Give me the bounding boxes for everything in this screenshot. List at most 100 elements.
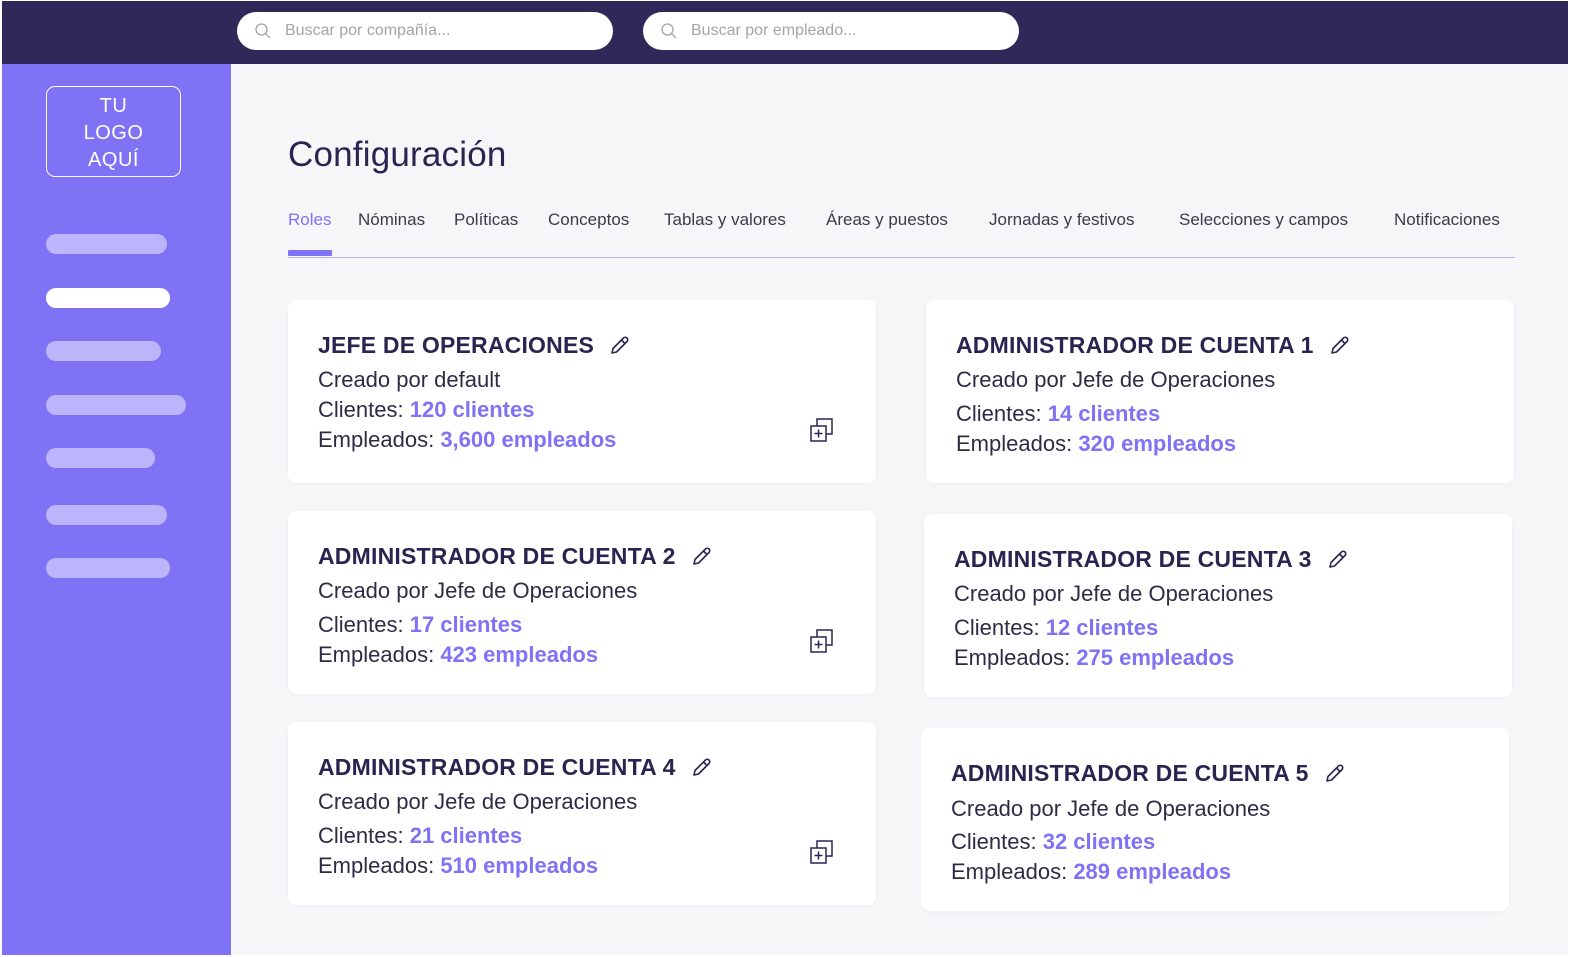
role-created-by: Creado por default — [318, 367, 501, 392]
clients-label: Clientes: — [318, 397, 404, 422]
role-employees: Empleados: 3,600 empleados — [318, 427, 616, 453]
employees-value: 275 empleados — [1076, 645, 1235, 670]
role-employees: Empleados: 289 empleados — [951, 859, 1231, 885]
logo-text-line: AQUÍ — [88, 149, 139, 171]
duplicate-icon[interactable] — [809, 417, 835, 443]
employees-label: Empleados: — [954, 645, 1071, 670]
app-frame: TU LOGO AQUÍ Configuración Roles Nóminas… — [2, 1, 1568, 955]
role-employees: Empleados: 320 empleados — [956, 431, 1236, 457]
role-created-by: Creado por Jefe de Operaciones — [318, 789, 638, 814]
role-card[interactable]: ADMINISTRADOR DE CUENTA 3 Creado por Jef… — [924, 514, 1512, 697]
role-card[interactable]: ADMINISTRADOR DE CUENTA 4 Creado por Jef… — [288, 722, 876, 905]
tab-notificaciones[interactable]: Notificaciones — [1394, 210, 1500, 230]
logo-text-line: LOGO — [83, 122, 144, 144]
tab-selecciones-campos[interactable]: Selecciones y campos — [1179, 210, 1348, 230]
role-clients: Clientes: 32 clientes — [951, 829, 1155, 855]
duplicate-icon[interactable] — [809, 628, 835, 654]
role-name: ADMINISTRADOR DE CUENTA 1 — [956, 332, 1314, 358]
clients-label: Clientes: — [954, 615, 1040, 640]
clients-value: 21 clientes — [409, 823, 523, 848]
role-title: ADMINISTRADOR DE CUENTA 1 — [956, 332, 1350, 359]
employee-search[interactable] — [643, 12, 1019, 50]
tab-nominas[interactable]: Nóminas — [358, 210, 425, 230]
employees-label: Empleados: — [956, 431, 1073, 456]
logo-text-line: TU — [99, 95, 128, 117]
sidebar-item-5[interactable] — [46, 448, 155, 468]
employee-search-input[interactable] — [691, 22, 991, 40]
clients-value: 32 clientes — [1042, 829, 1156, 854]
sidebar-item-6[interactable] — [46, 505, 167, 525]
role-title: ADMINISTRADOR DE CUENTA 5 — [951, 760, 1345, 787]
role-name: ADMINISTRADOR DE CUENTA 5 — [951, 760, 1309, 786]
role-employees: Empleados: 275 empleados — [954, 645, 1234, 671]
sidebar: TU LOGO AQUÍ — [2, 64, 231, 955]
role-created-by: Creado por Jefe de Operaciones — [954, 581, 1274, 606]
clients-value: 120 clientes — [409, 397, 535, 422]
employees-label: Empleados: — [318, 427, 435, 452]
pencil-icon[interactable] — [1323, 763, 1345, 785]
clients-label: Clientes: — [318, 612, 404, 637]
active-tab-indicator — [288, 250, 332, 256]
role-name: ADMINISTRADOR DE CUENTA 3 — [954, 546, 1312, 572]
tab-politicas[interactable]: Políticas — [454, 210, 518, 230]
company-search[interactable] — [237, 12, 613, 50]
company-search-input[interactable] — [285, 22, 585, 40]
role-clients: Clientes: 12 clientes — [954, 615, 1158, 641]
pencil-icon[interactable] — [690, 757, 712, 779]
clients-value: 12 clientes — [1045, 615, 1159, 640]
pencil-icon[interactable] — [608, 335, 630, 357]
role-title: ADMINISTRADOR DE CUENTA 4 — [318, 754, 712, 781]
role-card[interactable]: ADMINISTRADOR DE CUENTA 5 Creado por Jef… — [921, 728, 1509, 911]
clients-label: Clientes: — [956, 401, 1042, 426]
tab-roles[interactable]: Roles — [288, 210, 331, 230]
clients-label: Clientes: — [951, 829, 1037, 854]
role-title: ADMINISTRADOR DE CUENTA 3 — [954, 546, 1348, 573]
settings-tabs: Roles Nóminas Políticas Conceptos Tablas… — [288, 210, 1515, 258]
employees-value: 510 empleados — [440, 853, 599, 878]
role-employees: Empleados: 510 empleados — [318, 853, 598, 879]
role-name: JEFE DE OPERACIONES — [318, 332, 595, 358]
search-icon — [255, 23, 271, 39]
tab-jornadas-festivos[interactable]: Jornadas y festivos — [989, 210, 1135, 230]
duplicate-icon[interactable] — [809, 839, 835, 865]
role-created-by: Creado por Jefe de Operaciones — [956, 367, 1276, 392]
role-title: JEFE DE OPERACIONES — [318, 332, 630, 359]
tab-areas-puestos[interactable]: Áreas y puestos — [826, 210, 948, 230]
clients-value: 17 clientes — [409, 612, 523, 637]
employees-label: Empleados: — [318, 642, 435, 667]
employees-value: 3,600 empleados — [440, 427, 617, 452]
role-name: ADMINISTRADOR DE CUENTA 2 — [318, 543, 676, 569]
role-card[interactable]: ADMINISTRADOR DE CUENTA 1 Creado por Jef… — [926, 300, 1514, 483]
role-created-by: Creado por Jefe de Operaciones — [951, 796, 1271, 821]
employees-value: 423 empleados — [440, 642, 599, 667]
employees-value: 320 empleados — [1078, 431, 1237, 456]
role-card[interactable]: JEFE DE OPERACIONES Creado por default C… — [288, 300, 876, 483]
role-clients: Clientes: 14 clientes — [956, 401, 1160, 427]
clients-value: 14 clientes — [1047, 401, 1161, 426]
role-employees: Empleados: 423 empleados — [318, 642, 598, 668]
tab-tablas-valores[interactable]: Tablas y valores — [664, 210, 786, 230]
search-icon — [661, 23, 677, 39]
role-clients: Clientes: 17 clientes — [318, 612, 522, 638]
pencil-icon[interactable] — [1328, 335, 1350, 357]
role-clients: Clientes: 120 clientes — [318, 397, 534, 423]
logo-placeholder[interactable]: TU LOGO AQUÍ — [46, 86, 181, 177]
pencil-icon[interactable] — [1326, 549, 1348, 571]
role-card[interactable]: ADMINISTRADOR DE CUENTA 2 Creado por Jef… — [288, 511, 876, 694]
top-bar — [2, 1, 1568, 64]
clients-label: Clientes: — [318, 823, 404, 848]
role-name: ADMINISTRADOR DE CUENTA 4 — [318, 754, 676, 780]
sidebar-item-3[interactable] — [46, 341, 161, 361]
employees-label: Empleados: — [318, 853, 435, 878]
role-created-by: Creado por Jefe de Operaciones — [318, 578, 638, 603]
role-title: ADMINISTRADOR DE CUENTA 2 — [318, 543, 712, 570]
sidebar-item-2-active[interactable] — [46, 288, 170, 308]
sidebar-item-7[interactable] — [46, 558, 170, 578]
sidebar-item-4[interactable] — [46, 395, 186, 415]
employees-label: Empleados: — [951, 859, 1068, 884]
sidebar-item-1[interactable] — [46, 234, 167, 254]
tab-conceptos[interactable]: Conceptos — [548, 210, 629, 230]
employees-value: 289 empleados — [1073, 859, 1232, 884]
pencil-icon[interactable] — [690, 546, 712, 568]
page-title: Configuración — [288, 135, 507, 174]
